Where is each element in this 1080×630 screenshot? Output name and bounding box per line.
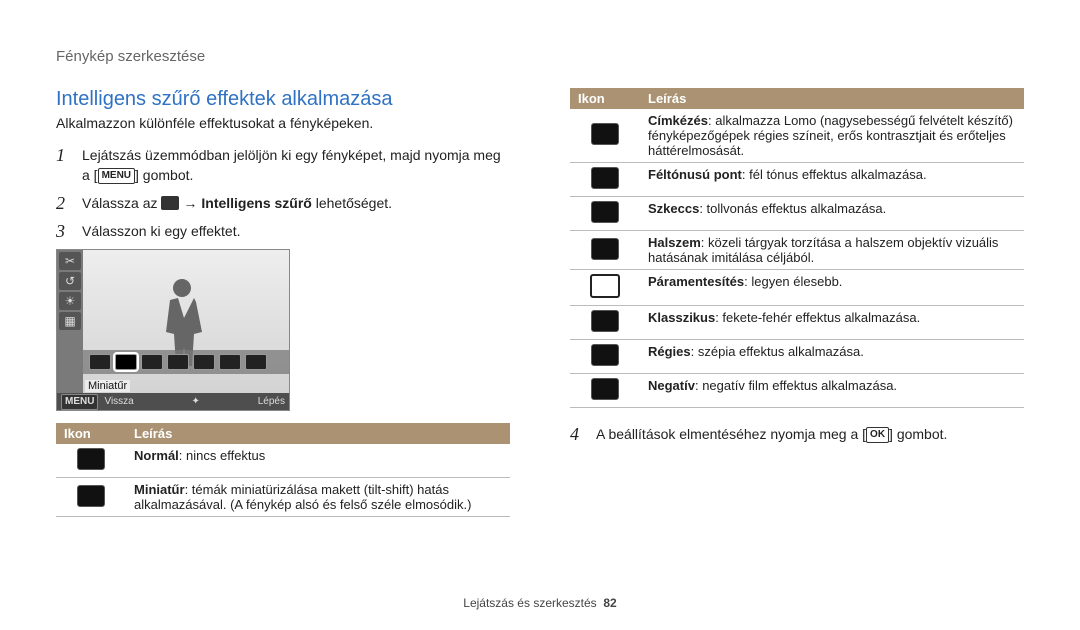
classic-icon: [591, 310, 619, 332]
nav-icon: ✦: [140, 396, 252, 407]
row-bold: Miniatűr: [134, 482, 185, 497]
menu-button-glyph: MENU: [98, 168, 135, 184]
row-bold: Klasszikus: [648, 310, 715, 325]
step-1: Lejátszás üzemmódban jelöljön ki egy fén…: [56, 145, 510, 185]
effect-thumb: [193, 354, 215, 370]
row-rest: : negatív film effektus alkalmazása.: [695, 378, 897, 393]
step4-text-a: A beállítások elmentéséhez nyomja meg a …: [596, 426, 866, 442]
table-row: Miniatűr: témák miniatürizálása makett (…: [56, 478, 510, 517]
step-4: A beállítások elmentéséhez nyomja meg a …: [570, 424, 1024, 444]
table-row: Címkézés: alkalmazza Lomo (nagysebességű…: [570, 109, 1024, 163]
section-lead: Alkalmazzon különféle effektusokat a fén…: [56, 115, 510, 131]
row-bold: Féltónusú pont: [648, 167, 742, 182]
table-header-icon: Ikon: [56, 423, 126, 444]
menu-label: MENU: [61, 394, 98, 410]
step4-text-b: ] gombot.: [889, 426, 947, 442]
effect-thumb: [219, 354, 241, 370]
table-row: Negatív: negatív film effektus alkalmazá…: [570, 374, 1024, 408]
table-row: Normál: nincs effektus: [56, 444, 510, 478]
left-icon-table: Ikon Leírás Normál: nincs effektus Minia…: [56, 423, 510, 517]
table-row: Régies: szépia effektus alkalmazása.: [570, 340, 1024, 374]
row-bold: Régies: [648, 344, 691, 359]
negative-icon: [591, 378, 619, 400]
row-bold: Negatív: [648, 378, 695, 393]
table-header-desc: Leírás: [640, 88, 1024, 109]
table-row: Klasszikus: fekete-fehér effektus alkalm…: [570, 306, 1024, 340]
right-icon-table: Ikon Leírás Címkézés: alkalmazza Lomo (n…: [570, 88, 1024, 408]
ok-button-glyph: OK: [866, 427, 889, 443]
page-header: Fénykép szerkesztése: [56, 48, 205, 65]
camera-preview: ✂ ↺ ☀ ▦ Miniatűr: [56, 249, 290, 411]
page-footer: Lejátszás és szerkesztés 82: [0, 596, 1080, 610]
row-rest: : témák miniatürizálása makett (tilt-shi…: [134, 482, 471, 512]
effect-thumb: [89, 354, 111, 370]
row-rest: : szépia effektus alkalmazása.: [691, 344, 864, 359]
row-bold: Normál: [134, 448, 179, 463]
row-rest: : fekete-fehér effektus alkalmazása.: [715, 310, 920, 325]
halftone-icon: [591, 167, 619, 189]
normal-icon: [77, 448, 105, 470]
table-row: Szkeccs: tollvonás effektus alkalmazása.: [570, 197, 1024, 231]
footer-label: Lejátszás és szerkesztés: [463, 596, 596, 610]
retro-icon: [591, 344, 619, 366]
undo-icon: ↺: [59, 272, 81, 290]
table-header-icon: Ikon: [570, 88, 640, 109]
defog-icon: [590, 274, 620, 298]
effect-thumb: [245, 354, 267, 370]
step-2: Válassza az →Intelligens szűrő lehetőség…: [56, 193, 510, 213]
vignette-icon: [591, 123, 619, 145]
back-label: Vissza: [104, 396, 133, 407]
row-rest: : legyen élesebb.: [744, 274, 842, 289]
filter-icon: ▦: [59, 312, 81, 330]
row-rest: : közeli tárgyak torzítása a halszem obj…: [648, 235, 998, 265]
adjust-icon: ☀: [59, 292, 81, 310]
effect-thumbnail-row: [83, 350, 289, 374]
fisheye-icon: [591, 238, 619, 260]
miniature-icon: [77, 485, 105, 507]
row-rest: : fél tónus effektus alkalmazása.: [742, 167, 927, 182]
crop-icon: ✂: [59, 252, 81, 270]
row-bold: Címkézés: [648, 113, 708, 128]
table-row: Féltónusú pont: fél tónus effektus alkal…: [570, 163, 1024, 197]
section-title: Intelligens szűrő effektek alkalmazása: [56, 88, 510, 111]
arrow-icon: →: [183, 193, 197, 213]
table-row: Páramentesítés: legyen élesebb.: [570, 270, 1024, 306]
sketch-icon: [591, 201, 619, 223]
page-number: 82: [603, 596, 616, 610]
effect-thumb: [167, 354, 189, 370]
row-bold: Halszem: [648, 235, 701, 250]
edit-icon: [161, 196, 179, 210]
row-bold: Szkeccs: [648, 201, 699, 216]
table-header-desc: Leírás: [126, 423, 510, 444]
preview-side-icons: ✂ ↺ ☀ ▦: [57, 250, 83, 410]
step2-text-a: Válassza az: [82, 195, 161, 211]
step1-text-b: ] gombot.: [135, 167, 193, 183]
step-label: Lépés: [258, 396, 285, 407]
effect-thumb-selected: [115, 354, 137, 370]
effect-thumb: [141, 354, 163, 370]
right-column: Ikon Leírás Címkézés: alkalmazza Lomo (n…: [570, 88, 1024, 517]
left-column: Intelligens szűrő effektek alkalmazása A…: [56, 88, 510, 517]
row-bold: Páramentesítés: [648, 274, 744, 289]
step2-text-c: lehetőséget.: [312, 195, 392, 211]
step2-bold: Intelligens szűrő: [201, 195, 311, 211]
row-rest: : tollvonás effektus alkalmazása.: [699, 201, 886, 216]
table-row: Halszem: közeli tárgyak torzítása a hals…: [570, 231, 1024, 270]
step-3: Válasszon ki egy effektet.: [56, 221, 510, 241]
preview-bottom-bar: MENU Vissza ✦ Lépés: [57, 393, 289, 410]
row-rest: : nincs effektus: [179, 448, 265, 463]
selected-effect-label: Miniatűr: [85, 380, 130, 392]
